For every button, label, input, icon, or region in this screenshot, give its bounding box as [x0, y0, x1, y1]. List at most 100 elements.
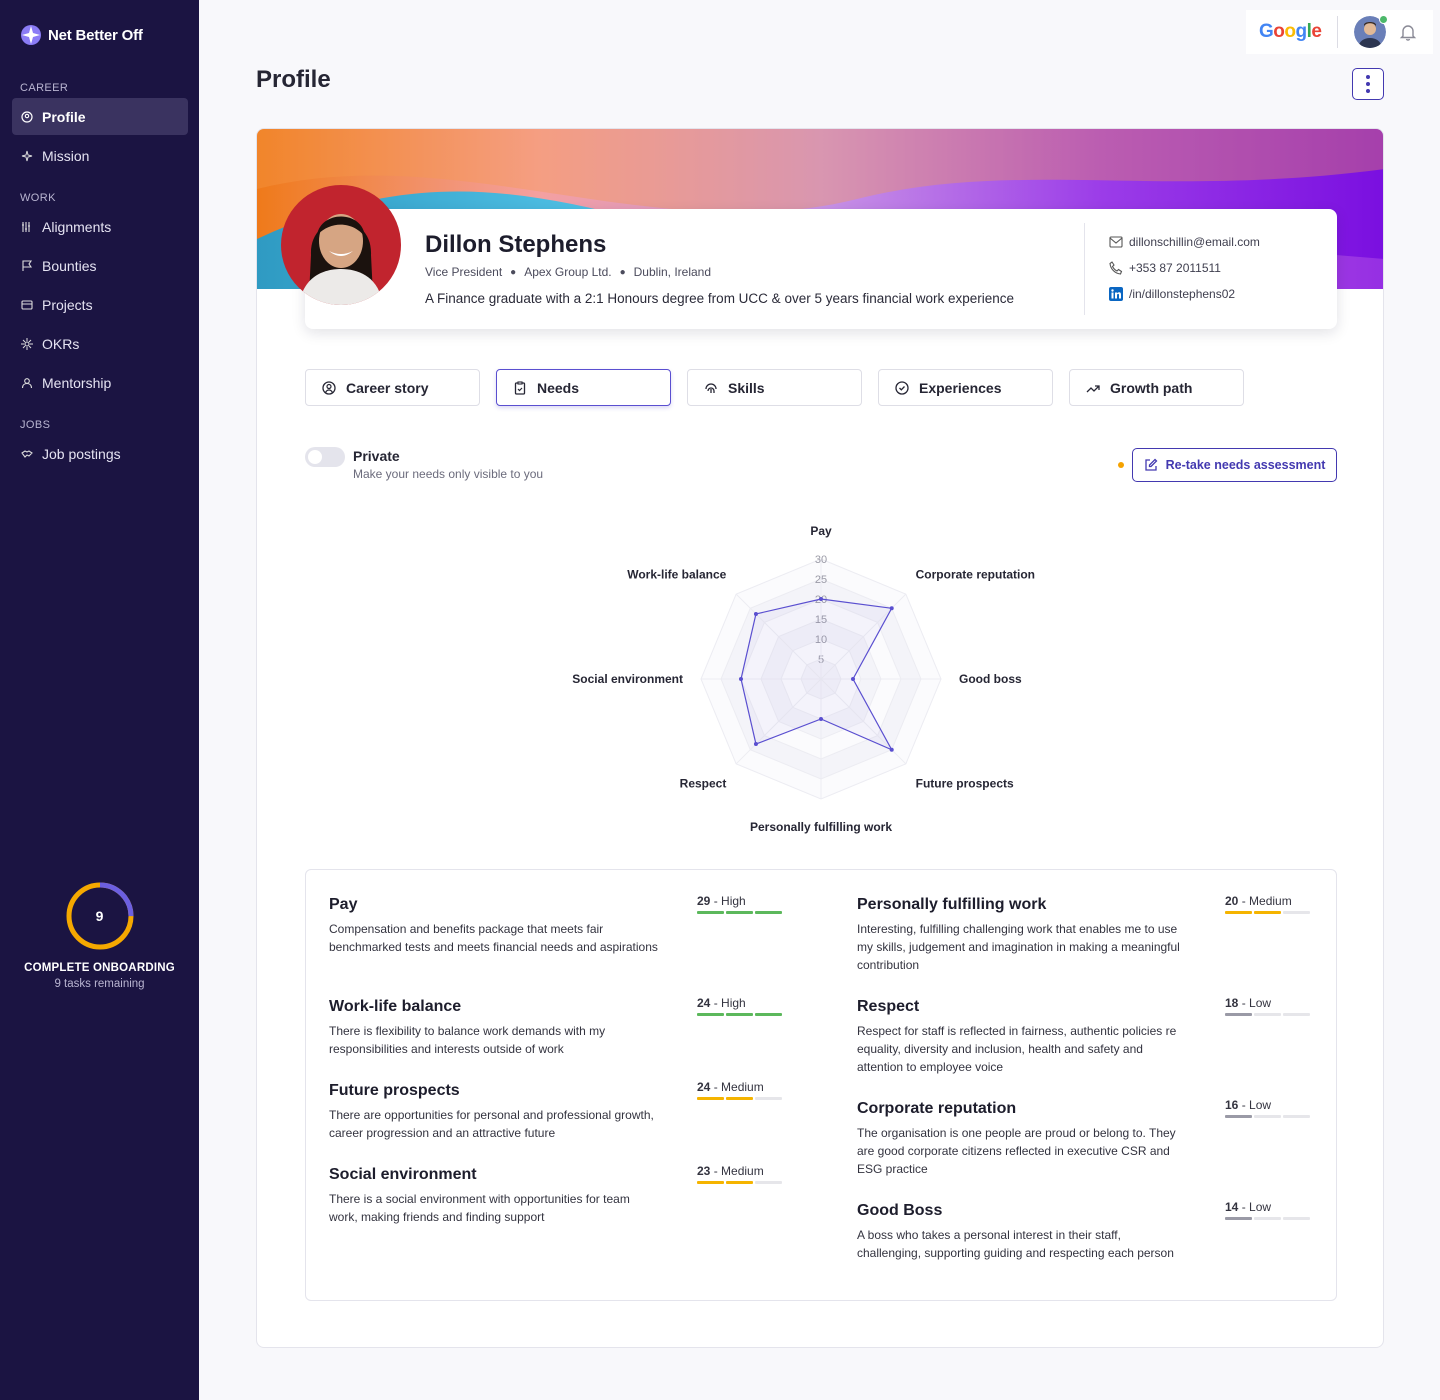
- need-description: Respect for staff is reflected in fairne…: [857, 1024, 1177, 1074]
- radar-axis-label: Personally fulfilling work: [750, 820, 892, 834]
- radar-axis-label: Future prospects: [916, 777, 1014, 791]
- need-title: Pay: [329, 896, 358, 913]
- need-description: There is a social environment with oppor…: [329, 1192, 630, 1224]
- online-status-dot: [1379, 15, 1389, 24]
- need-score: 29 - High: [697, 894, 746, 908]
- score-segment: [697, 1181, 724, 1184]
- mentorship-icon: [21, 377, 33, 388]
- okrs-icon: [21, 337, 33, 350]
- need-score-bar: [697, 911, 782, 914]
- need-score-bar: [1225, 1115, 1310, 1118]
- need-score: 16 - Low: [1225, 1098, 1272, 1112]
- top-bar: Google: [1246, 10, 1433, 54]
- score-segment: [697, 911, 724, 914]
- sidebar-item-mission[interactable]: Mission: [12, 137, 188, 174]
- section-label-work: WORK: [20, 192, 56, 204]
- need-score-bar: [697, 1013, 782, 1016]
- profile-bio: A Finance graduate with a 2:1 Honours de…: [425, 291, 1015, 306]
- need-description: There are opportunities for personal and…: [329, 1108, 654, 1140]
- sidebar-item-mentorship[interactable]: Mentorship: [12, 364, 188, 401]
- score-segment: [697, 1013, 724, 1016]
- need-title: Future prospects: [329, 1082, 460, 1099]
- need-score: 23 - Medium: [697, 1164, 764, 1178]
- brand-logo[interactable]: Net Better Off: [20, 24, 143, 46]
- tab-career-story[interactable]: Career story: [305, 369, 480, 406]
- bell-icon[interactable]: [1398, 22, 1418, 42]
- radar-axis-label: Work-life balance: [627, 567, 726, 581]
- need-title: Corporate reputation: [857, 1100, 1017, 1117]
- sidebar-item-alignments[interactable]: Alignments: [12, 208, 188, 245]
- sidebar-item-label: Mentorship: [42, 374, 112, 391]
- score-segment: [1254, 1115, 1281, 1118]
- radar-point: [753, 611, 758, 616]
- need-score: 24 - High: [697, 996, 746, 1010]
- private-toggle[interactable]: [305, 447, 345, 467]
- handshake-icon: [21, 449, 33, 458]
- tab-experiences[interactable]: Experiences: [878, 369, 1053, 406]
- score-segment: [1254, 911, 1281, 914]
- score-segment: [1225, 1115, 1252, 1118]
- need-score: 18 - Low: [1225, 996, 1272, 1010]
- profile-card: Dillon Stephens Vice President ● Apex Gr…: [256, 128, 1384, 1348]
- linkedin-icon: [1109, 287, 1123, 301]
- alignments-icon: [22, 221, 30, 232]
- onboarding-widget[interactable]: 9 COMPLETE ONBOARDING 9 tasks remaining: [0, 880, 199, 990]
- needs-list: Pay Compensation and benefits package tha…: [305, 869, 1337, 1301]
- need-item: Future prospects There are opportunities …: [329, 1082, 659, 1142]
- section-label-career: CAREER: [20, 82, 69, 94]
- tab-growth-path[interactable]: Growth path: [1069, 369, 1244, 406]
- tab-skills[interactable]: Skills: [687, 369, 862, 406]
- score-segment: [1254, 1013, 1281, 1016]
- contact-email[interactable]: dillonschillin@email.com: [1109, 235, 1260, 249]
- retake-assessment-button[interactable]: Re-take needs assessment: [1132, 448, 1337, 482]
- radar-axis-label: Pay: [810, 524, 832, 538]
- contact-phone[interactable]: +353 87 2011511: [1109, 261, 1221, 275]
- need-title: Respect: [857, 998, 920, 1015]
- profile-location: Dublin, Ireland: [633, 265, 712, 279]
- sidebar-item-label: Job postings: [42, 445, 121, 462]
- sidebar-item-profile[interactable]: Profile: [12, 98, 188, 135]
- onboarding-progress-ring: 9: [64, 880, 136, 952]
- profile-company: Apex Group Ltd.: [524, 265, 612, 279]
- flag-icon: [22, 259, 33, 271]
- score-segment: [1225, 911, 1252, 914]
- tab-label: Experiences: [919, 379, 1002, 396]
- mission-icon: [21, 150, 33, 161]
- more-options-button[interactable]: [1352, 68, 1384, 100]
- radar-point: [889, 606, 894, 611]
- profile-icon: [21, 110, 33, 123]
- radar-point: [819, 717, 823, 721]
- brand-name: Net Better Off: [48, 26, 143, 44]
- tab-label: Growth path: [1110, 379, 1193, 396]
- avatar[interactable]: [1354, 15, 1389, 48]
- need-item: Corporate reputation The organisation is …: [857, 1100, 1187, 1178]
- score-segment: [1225, 1217, 1252, 1220]
- tab-needs[interactable]: Needs: [496, 369, 671, 406]
- sidebar-item-job-postings[interactable]: Job postings: [12, 435, 188, 472]
- sidebar-item-bounties[interactable]: Bounties: [12, 247, 188, 284]
- profile-name: Dillon Stephens: [425, 231, 607, 258]
- onboarding-count: 9: [95, 908, 104, 924]
- need-score-bar: [697, 1097, 782, 1100]
- sidebar-item-okrs[interactable]: OKRs: [12, 325, 188, 362]
- need-description: There is flexibility to balance work dem…: [329, 1024, 606, 1056]
- score-segment: [755, 1097, 782, 1100]
- need-score-bar: [697, 1181, 782, 1184]
- need-item: Respect Respect for staff is reflected in…: [857, 998, 1187, 1076]
- radar-point: [753, 742, 758, 747]
- onboarding-subtitle: 9 tasks remaining: [54, 978, 145, 990]
- need-score-bar: [1225, 1013, 1310, 1016]
- contact-linkedin[interactable]: /in/dillonstephens02: [1109, 287, 1235, 301]
- need-item: Work-life balance There is flexibility to…: [329, 998, 659, 1058]
- need-title: Good Boss: [857, 1202, 943, 1219]
- score-segment: [755, 911, 782, 914]
- separator-dot: ●: [510, 266, 517, 278]
- needs-radar-chart: 51015202530PayCorporate reputationGood b…: [572, 524, 1035, 834]
- radar-axis-label: Respect: [680, 777, 727, 791]
- projects-icon: [21, 299, 33, 310]
- brand-star-icon: [21, 25, 41, 45]
- check-circle-icon: [895, 380, 909, 395]
- trending-up-icon: [1086, 384, 1100, 392]
- sidebar-item-projects[interactable]: Projects: [12, 286, 188, 323]
- sidebar-item-label: Bounties: [42, 257, 97, 274]
